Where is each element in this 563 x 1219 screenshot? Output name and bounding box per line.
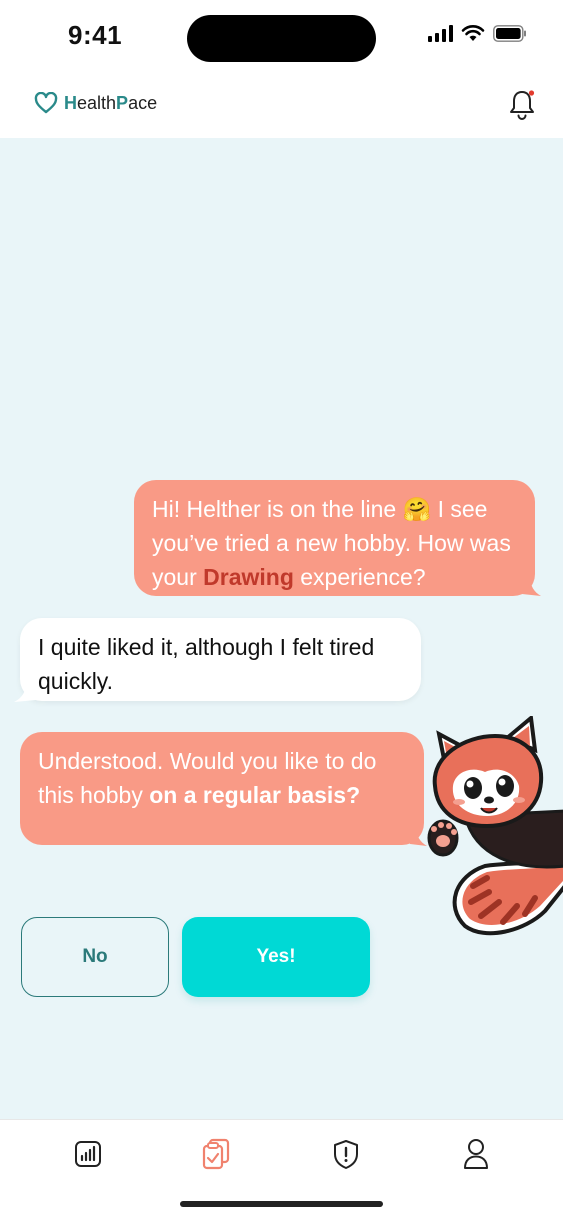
- status-bar: 9:41: [0, 0, 563, 72]
- hug-emoji: 🤗: [402, 496, 432, 522]
- nav-item-tasks[interactable]: [198, 1134, 234, 1174]
- bot-text-emphasis: on a regular basis?: [149, 782, 361, 808]
- bot-message-regular-basis-question: Understood. Would you like to do this ho…: [20, 732, 424, 845]
- bot-message-hobby-question: Hi! Helther is on the line 🤗 I see you’v…: [134, 480, 535, 596]
- bubble-tail: [14, 682, 36, 702]
- nav-item-safety[interactable]: [328, 1134, 364, 1174]
- shield-alert-icon: [334, 1140, 358, 1169]
- nav-item-stats[interactable]: [70, 1134, 106, 1174]
- nav-item-profile[interactable]: [458, 1134, 494, 1174]
- brand-letter-p: P: [116, 92, 129, 113]
- notification-bell-icon[interactable]: [507, 88, 537, 122]
- brand-part-ace: ace: [128, 92, 158, 113]
- battery-icon: [493, 24, 526, 42]
- hobby-name: Drawing: [203, 564, 294, 590]
- user-message: I quite liked it, although I felt tired …: [20, 618, 421, 701]
- red-panda-mascot: [427, 716, 563, 936]
- yes-button[interactable]: Yes!: [182, 917, 370, 997]
- heart-icon: [34, 92, 58, 114]
- home-indicator[interactable]: [180, 1201, 383, 1207]
- no-button[interactable]: No: [21, 917, 169, 997]
- brand-part-ealth: ealth: [77, 92, 117, 113]
- signal-icon: [428, 24, 453, 42]
- bot-text: experience?: [293, 564, 426, 590]
- bot-text: Hi! Helther is on the line: [152, 496, 403, 522]
- chat-area[interactable]: Hi! Helther is on the line 🤗 I see you’v…: [0, 138, 563, 1119]
- brand-name: HealthPace: [64, 93, 157, 114]
- app-header: HealthPace: [0, 72, 563, 138]
- stats-chart-icon: [75, 1141, 101, 1167]
- brand-logo[interactable]: HealthPace: [34, 92, 157, 114]
- wifi-icon: [461, 25, 485, 41]
- brand-letter-h: H: [64, 92, 77, 113]
- notification-dot: [528, 90, 535, 96]
- clipboard-check-icon: [202, 1138, 230, 1170]
- status-icons: [428, 24, 527, 42]
- dynamic-island: [187, 15, 376, 62]
- status-time: 9:41: [68, 20, 123, 50]
- bubble-tail: [522, 576, 541, 596]
- user-icon: [464, 1139, 488, 1169]
